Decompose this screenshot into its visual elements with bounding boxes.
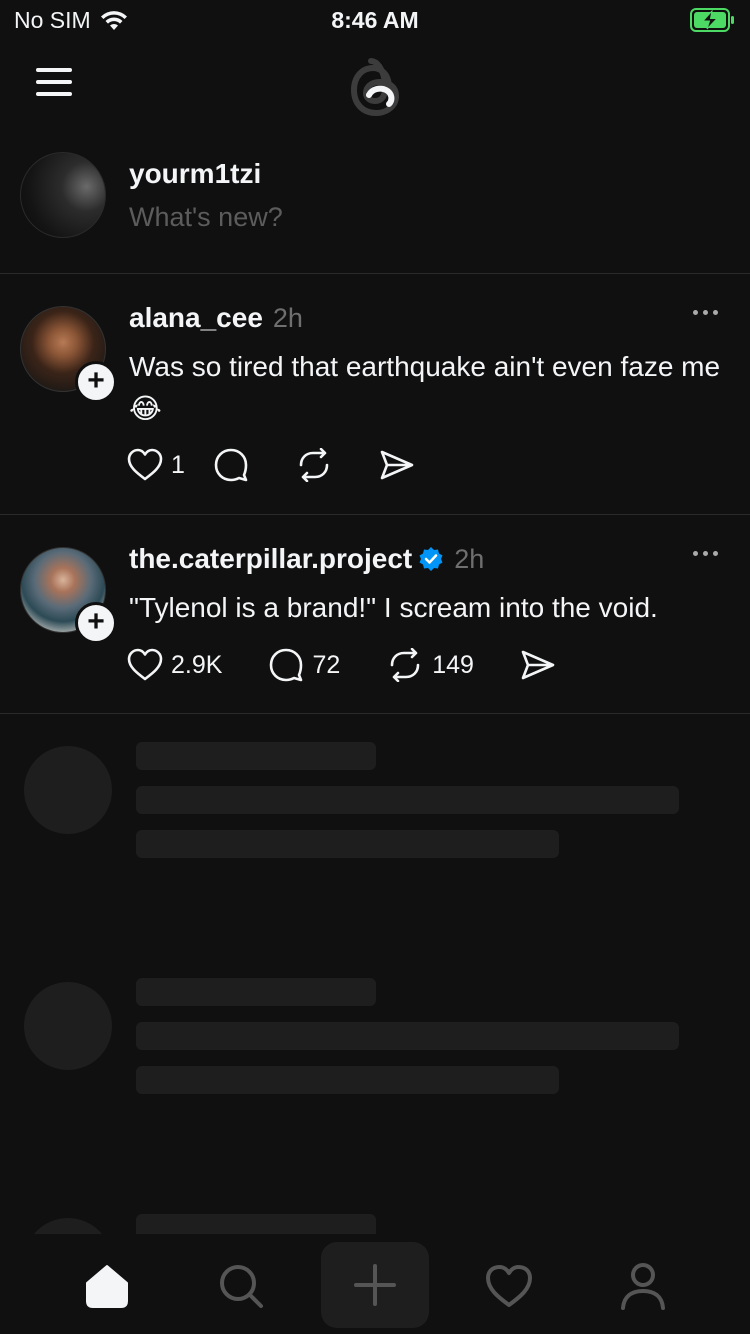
post-text: "Tylenol is a brand!" I scream into the … (129, 592, 658, 623)
loading-skeleton (0, 952, 750, 1188)
follow-button[interactable]: + (75, 602, 117, 644)
heart-icon (486, 1265, 532, 1307)
skeleton-line (136, 742, 376, 770)
share-button[interactable] (520, 649, 556, 681)
composer: yourm1tzi (0, 136, 750, 274)
post-username[interactable]: the.caterpillar.project (129, 543, 412, 575)
post-actions: 2.9K 72 149 (127, 648, 556, 682)
threads-logo-icon[interactable] (340, 48, 410, 122)
like-button[interactable]: 1 (127, 448, 185, 482)
follow-button[interactable]: + (75, 361, 117, 403)
like-count: 2.9K (171, 650, 223, 679)
repost-button[interactable]: 149 (386, 648, 474, 682)
new-thread-input[interactable] (129, 202, 689, 233)
search-icon (220, 1265, 263, 1308)
post-time: 2h (454, 543, 485, 574)
repost-button[interactable] (295, 448, 333, 482)
bottom-nav (0, 1234, 750, 1334)
comment-icon (214, 448, 248, 482)
thread-post[interactable]: + the.caterpillar.project 2h "Tylenol is… (0, 515, 750, 714)
post-text: Was so tired that earthquake ain't even … (129, 351, 721, 424)
thread-post[interactable]: + alana_cee 2h Was so tired that earthqu… (0, 274, 750, 515)
skeleton-line (136, 978, 376, 1006)
reply-button[interactable]: 72 (268, 648, 340, 682)
nav-search[interactable] (211, 1256, 271, 1316)
loading-skeleton (0, 1188, 750, 1234)
verified-badge-icon (419, 547, 443, 571)
more-options-icon[interactable] (693, 310, 718, 315)
repost-count: 149 (432, 650, 474, 679)
skeleton-line (136, 786, 679, 814)
skeleton-avatar (24, 1218, 112, 1234)
person-icon (621, 1263, 665, 1310)
skeleton-line (136, 830, 559, 858)
skeleton-avatar (24, 982, 112, 1070)
nav-profile[interactable] (613, 1256, 673, 1316)
menu-line (36, 68, 72, 72)
like-count: 1 (171, 450, 185, 479)
avatar[interactable] (20, 152, 106, 238)
send-icon (521, 650, 555, 680)
post-header: the.caterpillar.project 2h (129, 543, 484, 575)
skeleton-line (136, 1066, 559, 1094)
nav-activity[interactable] (479, 1256, 539, 1316)
like-button[interactable]: 2.9K (127, 648, 222, 682)
carrier-label: No SIM (14, 7, 91, 33)
top-bar (0, 40, 750, 136)
plus-icon (354, 1264, 396, 1306)
repost-icon (299, 448, 329, 482)
skeleton-line (136, 1022, 679, 1050)
repost-icon (390, 648, 420, 682)
status-bar: No SIM 8:46 AM (0, 0, 750, 40)
more-options-icon[interactable] (693, 551, 718, 556)
home-icon (86, 1265, 128, 1308)
post-actions: 1 (127, 448, 415, 482)
menu-line (36, 92, 72, 96)
menu-line (36, 80, 72, 84)
post-time: 2h (272, 302, 303, 333)
nav-home[interactable] (77, 1256, 137, 1316)
skeleton-avatar (24, 746, 112, 834)
reply-count: 72 (312, 650, 341, 679)
nav-compose[interactable] (321, 1242, 429, 1328)
loading-skeleton (0, 716, 750, 952)
battery-charging-icon (690, 8, 736, 37)
carrier-status: No SIM (14, 7, 129, 34)
menu-button[interactable] (36, 68, 76, 100)
heart-icon (127, 648, 163, 681)
share-button[interactable] (379, 449, 415, 481)
wifi-icon (100, 10, 127, 30)
post-username[interactable]: alana_cee (129, 302, 263, 334)
post-header: alana_cee 2h (129, 302, 303, 334)
comment-icon (270, 648, 303, 682)
reply-button[interactable] (213, 448, 249, 482)
heart-icon (127, 448, 163, 481)
composer-username: yourm1tzi (129, 158, 262, 189)
send-icon (380, 450, 414, 480)
skeleton-line (136, 1214, 376, 1234)
